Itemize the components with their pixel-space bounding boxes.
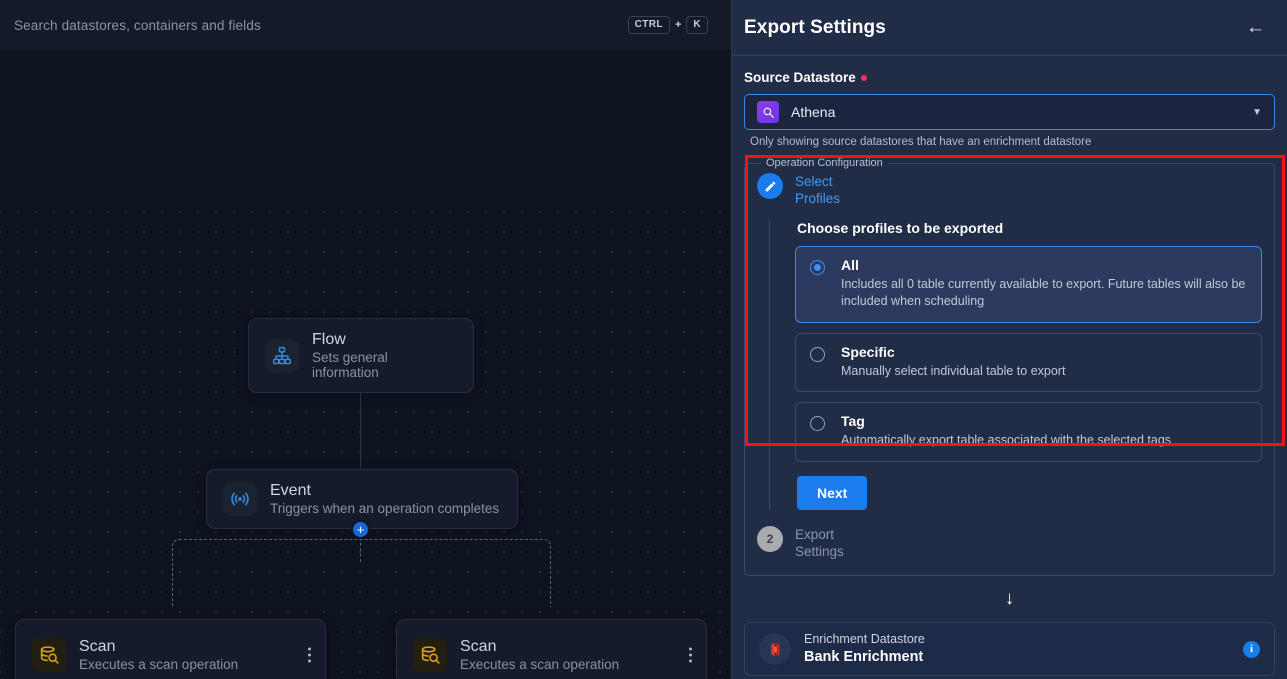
search-bar[interactable]: Search datastores, containers and fields… [0, 0, 731, 50]
kbd-ctrl: CTRL [627, 16, 670, 34]
radio-option-text-block: All Includes all 0 table currently avail… [841, 257, 1246, 310]
flow-canvas-pane: Search datastores, containers and fields… [0, 0, 731, 679]
operation-configuration-legend: Operation Configuration [766, 157, 883, 169]
node-title: Flow [312, 331, 346, 348]
node-subtitle: Executes a scan operation [79, 657, 239, 672]
radio-option-all[interactable]: All Includes all 0 table currently avail… [795, 245, 1262, 323]
radio-indicator-unselected[interactable] [810, 416, 825, 432]
enrichment-datastore-label: Enrichment Datastore [804, 632, 925, 647]
radio-option-text-block: Tag Automatically export table associate… [841, 413, 1171, 449]
panel-body: Source Datastore Athena ▼ Only showing s… [732, 56, 1287, 610]
required-indicator-dot [860, 74, 867, 81]
source-datastore-hint: Only showing source datastores that have… [750, 136, 1092, 148]
operation-configuration-fieldset: Operation Configuration Select Profiles … [744, 157, 1275, 576]
node-title: Event [270, 482, 311, 499]
step-line-2: Profiles [795, 190, 841, 206]
radio-indicator-unselected[interactable] [810, 346, 825, 362]
enrichment-datastore-card[interactable]: Enrichment Datastore Bank Enrichment i [744, 622, 1275, 676]
node-overflow-menu-icon[interactable] [308, 647, 311, 663]
step-select-profiles[interactable]: Select Profiles [757, 169, 1262, 208]
database-search-icon [413, 638, 447, 672]
radio-option-title: All [841, 256, 859, 273]
info-icon[interactable]: i [1243, 640, 1260, 658]
radio-option-specific[interactable]: Specific Manually select individual tabl… [795, 332, 1262, 393]
broadcast-icon [223, 482, 257, 516]
radio-option-description: Automatically export table associated wi… [841, 433, 1172, 448]
step-line-1: Select [795, 174, 833, 189]
arrow-left-icon[interactable]: ← [1246, 18, 1265, 37]
node-subtitle: Triggers when an operation completes [270, 501, 500, 516]
node-title: Scan [460, 638, 497, 655]
connector-dashed-branch [172, 539, 551, 607]
search-input[interactable]: Search datastores, containers and fields [14, 18, 628, 33]
app-root: Search datastores, containers and fields… [0, 0, 1287, 679]
node-subtitle: Executes a scan operation [460, 657, 620, 672]
kbd-k: K [686, 16, 708, 34]
source-datastore-label-text: Source Datastore [744, 70, 856, 85]
source-datastore-label: Source Datastore [744, 70, 1275, 85]
choose-profiles-heading: Choose profiles to be exported [797, 219, 1004, 236]
radio-option-title: Tag [841, 413, 865, 430]
step-line-2: Settings [795, 544, 844, 560]
sitemap-icon [265, 338, 299, 373]
node-subtitle: Sets general information [312, 350, 388, 380]
node-text-block: Scan Executes a scan operation [79, 638, 238, 672]
step-export-settings-label: Export Settings [795, 526, 844, 561]
canvas-node-flow[interactable]: Flow Sets general information [248, 318, 474, 393]
database-search-icon [32, 638, 66, 672]
step-export-settings[interactable]: 2 Export Settings [757, 522, 1262, 561]
enrichment-datastore-name: Bank Enrichment [804, 648, 924, 665]
radio-option-tag[interactable]: Tag Automatically export table associate… [795, 402, 1262, 463]
arrow-down-icon: ↓ [1004, 588, 1015, 609]
radio-option-description: Manually select individual table to expo… [841, 363, 1066, 378]
page-title: Export Settings [744, 16, 886, 38]
kbd-plus: + [674, 19, 682, 31]
redshift-icon [759, 633, 791, 665]
radio-option-text-block: Specific Manually select individual tabl… [841, 344, 1065, 380]
add-node-button[interactable]: + [351, 520, 370, 539]
step-number-badge: 2 [757, 526, 783, 553]
source-datastore-select[interactable]: Athena ▼ [744, 94, 1275, 130]
node-text-block: Scan Executes a scan operation [460, 638, 619, 672]
athena-icon [757, 101, 779, 123]
panel-header: Export Settings ← [732, 0, 1287, 56]
node-text-block: Event Triggers when an operation complet… [270, 482, 499, 516]
step-select-profiles-label: Select Profiles [795, 173, 840, 208]
radio-option-title: Specific [841, 343, 895, 360]
source-datastore-value: Athena [791, 104, 836, 120]
pencil-icon [757, 173, 783, 199]
enrichment-text-block: Enrichment Datastore Bank Enrichment [804, 631, 925, 666]
chevron-down-icon[interactable]: ▼ [1252, 107, 1262, 118]
search-shortcut-hint: CTRL + K [627, 16, 708, 34]
node-text-block: Flow Sets general information [312, 331, 457, 380]
radio-indicator-selected[interactable] [810, 259, 825, 275]
radio-option-description: Includes all 0 table currently available… [841, 276, 1246, 308]
export-settings-panel: Export Settings ← Source Datastore Athen… [731, 0, 1287, 679]
node-title: Scan [79, 638, 116, 655]
canvas-node-scan-1[interactable]: Scan Executes a scan operation [15, 619, 326, 679]
step-select-profiles-content: Choose profiles to be exported All Inclu… [769, 219, 1262, 511]
canvas-node-scan-2[interactable]: Scan Executes a scan operation [396, 619, 707, 679]
next-button[interactable]: Next [797, 476, 868, 511]
step-line-1: Export [795, 527, 835, 543]
node-overflow-menu-icon[interactable] [689, 647, 692, 663]
